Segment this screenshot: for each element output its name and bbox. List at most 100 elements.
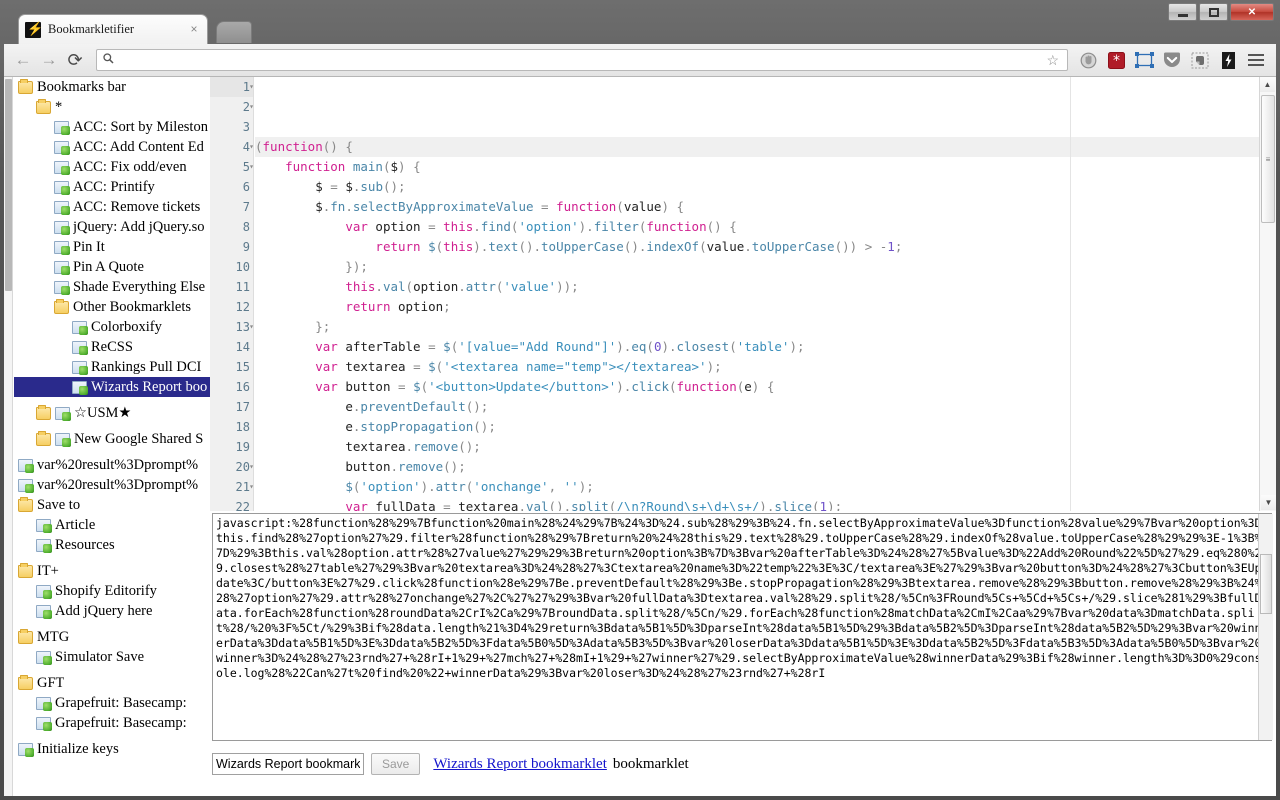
bookmark-tree-item-label: New Google Shared S xyxy=(74,431,203,448)
bookmark-tree-item[interactable]: ReCSS xyxy=(14,337,210,357)
editor-scrollbar[interactable]: ▲ ≡ ▼ xyxy=(1259,77,1276,511)
folder-icon xyxy=(18,499,33,512)
fold-toggle-icon[interactable]: ▾ xyxy=(245,97,254,117)
fold-toggle-icon[interactable]: ▾ xyxy=(245,477,254,497)
asterisk-extension-icon[interactable]: * xyxy=(1102,47,1130,73)
bookmark-tree-item[interactable]: Add jQuery here xyxy=(14,601,210,621)
bookmark-tree-item[interactable]: ACC: Sort by Mileston xyxy=(14,117,210,137)
bookmark-tree-item[interactable]: Resources xyxy=(14,535,210,555)
bookmark-tree-item[interactable]: Pin A Quote xyxy=(14,257,210,277)
code-line: this.val(option.attr('value')); xyxy=(255,277,1276,297)
bookmark-tree-item[interactable]: Bookmarks bar xyxy=(14,77,210,97)
address-input[interactable] xyxy=(118,52,1042,68)
bookmark-tree-item[interactable]: IT+ xyxy=(14,561,210,581)
scroll-up-arrow-icon[interactable]: ▲ xyxy=(1260,77,1275,92)
bookmarklet-icon xyxy=(54,161,69,174)
bookmark-tree-item[interactable]: Simulator Save xyxy=(14,647,210,667)
bookmarklet-icon xyxy=(54,181,69,194)
tab-strip: Bookmarkletifier × xyxy=(0,14,1280,44)
fold-toggle-icon[interactable]: ▾ xyxy=(245,457,254,477)
bookmark-tree-item[interactable]: Wizards Report boo xyxy=(14,377,210,397)
frame-capture-icon[interactable] xyxy=(1130,47,1158,73)
fold-toggle-icon[interactable]: ▾ xyxy=(245,137,254,157)
bookmark-tree-item[interactable]: GFT xyxy=(14,673,210,693)
fold-toggle-icon[interactable]: ▾ xyxy=(245,77,254,97)
bookmarklet-icon xyxy=(55,433,70,446)
bookmarklet-link-suffix: bookmarklet xyxy=(613,756,689,773)
line-number: 4▾ xyxy=(210,137,253,157)
line-number: 8 xyxy=(210,217,253,237)
save-button[interactable]: Save xyxy=(371,753,420,775)
bookmark-tree-item-label: Bookmarks bar xyxy=(37,79,126,96)
tab-bookmarkletifier[interactable]: Bookmarkletifier × xyxy=(18,14,208,44)
search-icon xyxy=(103,53,114,67)
bookmark-tree-item-label: Rankings Pull DCI xyxy=(91,359,208,376)
code-editor[interactable]: 1▾2▾34▾5▾678910111213▾14151617181920▾21▾… xyxy=(210,77,1276,511)
address-bar[interactable]: ☆ xyxy=(96,49,1068,71)
bookmark-tree-item-label: ACC: Add Content Ed xyxy=(73,139,204,156)
code-line: $ = $.sub(); xyxy=(255,177,1276,197)
sidebar-scrollbar[interactable] xyxy=(4,77,13,796)
bookmark-tree-item[interactable]: ACC: Remove tickets xyxy=(14,197,210,217)
line-number: 13▾ xyxy=(210,317,253,337)
bookmarklet-icon xyxy=(36,585,51,598)
bookmarklet-icon xyxy=(18,459,33,472)
bookmark-tree-item[interactable]: * xyxy=(14,97,210,117)
chrome-menu-icon[interactable] xyxy=(1242,47,1270,73)
tab-close-icon[interactable]: × xyxy=(187,23,201,37)
back-icon[interactable]: ← xyxy=(10,47,36,73)
bookmark-tree-item-label: Colorboxify xyxy=(91,319,162,336)
bookmark-tree-item[interactable]: Colorboxify xyxy=(14,317,210,337)
bookmark-tree-item[interactable]: Initialize keys xyxy=(14,739,210,759)
bookmark-tree-item[interactable]: MTG xyxy=(14,627,210,647)
bookmark-tree-item[interactable]: New Google Shared S xyxy=(14,429,210,449)
bookmark-tree-item[interactable]: var%20result%3Dprompt% xyxy=(14,455,210,475)
bookmarklet-icon xyxy=(36,651,51,664)
bookmark-tree-item-label: Grapefruit: Basecamp: xyxy=(55,715,193,732)
bookmark-tree-item[interactable]: Grapefruit: Basecamp: xyxy=(14,713,210,733)
textarea-scrollbar[interactable] xyxy=(1258,514,1273,740)
column-ruler xyxy=(1070,77,1071,511)
bookmark-tree-item[interactable]: ACC: Fix odd/even xyxy=(14,157,210,177)
fold-toggle-icon[interactable]: ▾ xyxy=(245,157,254,177)
bookmark-tree-item[interactable]: Shopify Editorify xyxy=(14,581,210,601)
bookmarklet-icon xyxy=(72,341,87,354)
editor-scrollbar-thumb[interactable]: ≡ xyxy=(1261,95,1275,223)
bookmarklet-name-input[interactable] xyxy=(212,753,364,775)
bookmark-tree-item[interactable]: Grapefruit: Basecamp: xyxy=(14,693,210,713)
bookmarklet-icon[interactable] xyxy=(1214,47,1242,73)
bookmark-tree-item[interactable]: Shade Everything Else xyxy=(14,277,210,297)
line-number: 2▾ xyxy=(210,97,253,117)
bookmark-tree-item[interactable]: Pin It xyxy=(14,237,210,257)
bookmark-tree-item-label: Resources xyxy=(55,537,115,554)
bookmark-tree-item[interactable]: Save to xyxy=(14,495,210,515)
forward-icon[interactable]: → xyxy=(36,47,62,73)
bookmark-tree-item[interactable]: ☆USM★ xyxy=(14,403,210,423)
bookmark-tree-item[interactable]: Rankings Pull DCI xyxy=(14,357,210,377)
bookmark-tree-item[interactable]: jQuery: Add jQuery.so xyxy=(14,217,210,237)
bookmark-tree-item-label: jQuery: Add jQuery.so xyxy=(73,219,205,236)
bookmark-tree-item[interactable]: Other Bookmarklets xyxy=(14,297,210,317)
code-line: textarea.remove(); xyxy=(255,437,1276,457)
evernote-icon[interactable] xyxy=(1186,47,1214,73)
browser-window: ✕ Bookmarkletifier × ← → ⟳ ☆ * xyxy=(0,0,1280,800)
bookmark-tree-item[interactable]: ACC: Add Content Ed xyxy=(14,137,210,157)
new-tab-button[interactable] xyxy=(216,21,252,43)
bookmark-tree-item[interactable]: ACC: Printify xyxy=(14,177,210,197)
bookmarklet-code-textarea[interactable]: javascript:%28function%28%29%7Bfunction%… xyxy=(212,513,1272,741)
reload-icon[interactable]: ⟳ xyxy=(62,47,88,73)
bookmarklet-icon xyxy=(54,121,69,134)
code-area[interactable]: (function() { function main($) { $ = $.s… xyxy=(255,77,1276,511)
bookmark-star-icon[interactable]: ☆ xyxy=(1042,52,1063,69)
bookmarklet-link[interactable]: Wizards Report bookmarklet xyxy=(433,756,607,773)
adblock-icon[interactable] xyxy=(1074,47,1102,73)
fold-toggle-icon[interactable]: ▾ xyxy=(245,317,254,337)
scroll-down-arrow-icon[interactable]: ▼ xyxy=(1261,495,1276,510)
bookmark-tree-item[interactable]: var%20result%3Dprompt% xyxy=(14,475,210,495)
pocket-icon[interactable] xyxy=(1158,47,1186,73)
folder-icon xyxy=(18,81,33,94)
textarea-scrollbar-thumb[interactable] xyxy=(1260,554,1272,614)
sidebar-scrollbar-thumb[interactable] xyxy=(5,79,12,291)
bookmark-tree-item[interactable]: Article xyxy=(14,515,210,535)
bookmarklet-output-panel: javascript:%28function%28%29%7Bfunction%… xyxy=(210,511,1276,796)
